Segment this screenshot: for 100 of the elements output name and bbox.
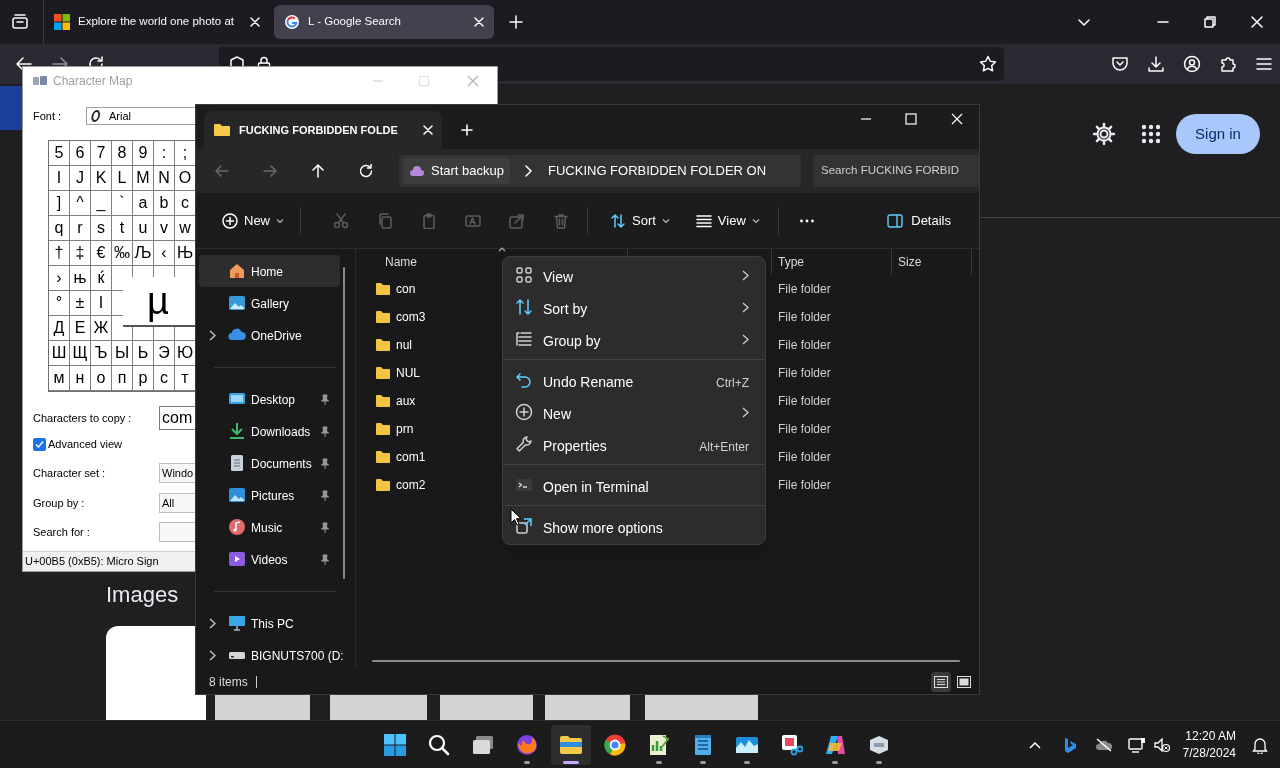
pin-icon[interactable] — [320, 490, 330, 501]
volume-muted-icon[interactable] — [1152, 736, 1171, 753]
image-thumbnail[interactable] — [215, 695, 310, 720]
character-cell[interactable]: 5 — [49, 141, 70, 166]
pocket-icon[interactable] — [1111, 55, 1129, 73]
sidebar-item[interactable]: Downloads — [199, 415, 340, 447]
character-cell[interactable]: 6 — [70, 141, 91, 166]
menu-item[interactable]: Undo Rename Ctrl+Z — [507, 364, 761, 396]
image-thumbnail[interactable] — [330, 695, 427, 720]
checkbox[interactable] — [33, 437, 46, 451]
details-button[interactable]: Details — [881, 204, 957, 237]
sidebar-item[interactable]: Desktop — [199, 383, 340, 415]
restore-icon[interactable] — [1204, 16, 1216, 28]
pin-icon[interactable] — [320, 554, 330, 565]
network-icon[interactable] — [1127, 736, 1146, 753]
file-name[interactable]: prn — [396, 420, 414, 438]
character-cell[interactable]: н — [70, 366, 91, 391]
pin-icon[interactable] — [320, 458, 330, 469]
character-cell[interactable]: † — [49, 241, 70, 266]
chevron-right-icon[interactable] — [209, 618, 216, 629]
chevron-right-icon[interactable] — [209, 330, 216, 341]
sort-button[interactable]: Sort — [604, 204, 676, 237]
character-cell[interactable]: a — [133, 191, 154, 216]
character-cell[interactable]: ° — [49, 291, 70, 316]
character-cell[interactable]: Ш — [49, 341, 70, 366]
image-thumbnail[interactable] — [645, 695, 758, 720]
character-cell[interactable]: 7 — [91, 141, 112, 166]
list-button[interactable]: View — [689, 204, 766, 237]
character-cell[interactable]: t — [112, 216, 133, 241]
search-field[interactable]: Search FUCKING FORBID — [813, 155, 979, 187]
account-icon[interactable] — [1183, 55, 1201, 73]
sign-in-button[interactable]: Sign in — [1176, 114, 1260, 154]
cloud-off-icon[interactable] — [1094, 737, 1113, 752]
character-cell[interactable]: Щ — [70, 341, 91, 366]
character-cell[interactable]: L — [112, 166, 133, 191]
character-cell[interactable]: Љ — [133, 241, 154, 266]
character-cell[interactable]: v — [154, 216, 175, 241]
character-cell[interactable]: I — [91, 291, 112, 316]
font-dropdown[interactable]: Arial — [86, 107, 196, 125]
character-cell[interactable]: › — [49, 266, 70, 291]
character-cell[interactable]: ‰ — [112, 241, 133, 266]
character-cell[interactable]: N — [154, 166, 175, 191]
chevron-right-icon[interactable] — [209, 650, 216, 661]
character-cell[interactable]: J — [70, 166, 91, 191]
character-cell[interactable]: ‡ — [70, 241, 91, 266]
character-cell[interactable]: ‹ — [154, 241, 175, 266]
back-icon[interactable] — [15, 55, 33, 73]
browser-tab[interactable]: Explore the world one photo at — [44, 5, 270, 39]
scrollbar[interactable] — [343, 267, 345, 579]
character-cell[interactable]: q — [49, 216, 70, 241]
character-cell[interactable]: ^ — [70, 191, 91, 216]
character-cell[interactable]: ` — [112, 191, 133, 216]
character-cell[interactable]: с — [154, 366, 175, 391]
menu-item[interactable]: Sort by — [507, 291, 761, 323]
character-cell[interactable]: € — [91, 241, 112, 266]
character-cell[interactable]: _ — [91, 191, 112, 216]
menu-item[interactable]: Show more options — [507, 510, 761, 542]
character-cell[interactable]: Ы — [112, 341, 133, 366]
character-cell[interactable]: ± — [70, 291, 91, 316]
pin-icon[interactable] — [320, 522, 330, 533]
character-cell[interactable]: I — [49, 166, 70, 191]
sidebar-item[interactable]: Home — [199, 255, 340, 287]
character-cell[interactable]: м — [49, 366, 70, 391]
chevron-up-icon[interactable] — [1028, 740, 1041, 749]
image-thumbnail[interactable] — [440, 695, 533, 720]
details-view-button[interactable] — [931, 671, 951, 692]
path-segment[interactable]: FUCKING FORBIDDEN FOLDER ON — [548, 161, 767, 181]
character-cell[interactable]: u — [133, 216, 154, 241]
menu-icon[interactable] — [1255, 55, 1273, 73]
character-cell[interactable]: р — [133, 366, 154, 391]
menu-item[interactable]: Properties Alt+Enter — [507, 428, 761, 460]
image-thumbnail[interactable] — [545, 695, 630, 720]
file-name[interactable]: con — [396, 280, 416, 298]
character-cell[interactable]: Ь — [133, 341, 154, 366]
menu-item[interactable]: Open in Terminal — [507, 469, 761, 501]
star-icon[interactable] — [979, 55, 997, 73]
backup-button[interactable]: Start backup — [403, 158, 510, 184]
file-name[interactable]: com3 — [396, 308, 426, 326]
character-cell[interactable]: њ — [70, 266, 91, 291]
sidebar-item[interactable]: Documents — [199, 447, 340, 479]
character-cell[interactable]: : — [154, 141, 175, 166]
menu-item[interactable]: Group by — [507, 323, 761, 355]
character-cell[interactable]: s — [91, 216, 112, 241]
clock[interactable]: 12:20 AM 7/28/2024 — [1182, 727, 1236, 762]
pin-icon[interactable] — [320, 426, 330, 437]
menu-item[interactable]: New — [507, 396, 761, 428]
settings-icon[interactable] — [1092, 122, 1116, 146]
file-name[interactable]: NUL — [396, 364, 420, 382]
column-header[interactable]: Size — [892, 249, 972, 275]
character-cell[interactable]: 8 — [112, 141, 133, 166]
character-cell[interactable]: r — [70, 216, 91, 241]
character-cell[interactable]: Э — [154, 341, 175, 366]
browser-tab[interactable]: L - Google Search — [274, 5, 494, 39]
download-icon[interactable] — [1147, 55, 1165, 73]
file-name[interactable]: aux — [396, 392, 416, 410]
character-cell[interactable]: Ъ — [91, 341, 112, 366]
notification-icon[interactable] — [1252, 735, 1268, 754]
pin-icon[interactable] — [320, 394, 330, 405]
character-cell[interactable]: Ж — [91, 316, 112, 341]
column-header[interactable]: Type — [772, 249, 892, 275]
